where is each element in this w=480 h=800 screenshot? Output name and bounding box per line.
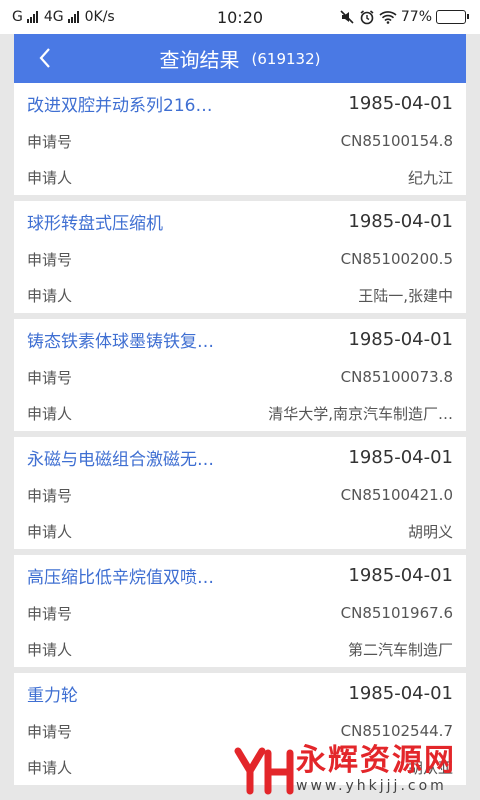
patent-title[interactable]: 重力轮 [27, 681, 78, 706]
app-no-label: 申请号 [27, 368, 73, 387]
result-card[interactable]: 永磁与电磁组合激磁无… 1985-04-01 申请号 CN85100421.0 申请… [14, 437, 466, 549]
watermark-name: 永辉资源网 [296, 743, 456, 778]
watermark-url: www.yhkjjj.com [296, 778, 447, 794]
result-count: (619132) [251, 49, 321, 68]
patent-date: 1985-04-01 [348, 92, 453, 114]
applicant-label: 申请人 [27, 404, 73, 423]
app-no-label: 申请号 [27, 132, 73, 151]
app-no-value: CN85100200.5 [340, 250, 453, 268]
app-no-value: CN85102544.7 [340, 722, 453, 740]
alarm-icon [360, 10, 374, 25]
back-arrow-icon[interactable] [34, 46, 58, 70]
carrier-label: G [12, 9, 23, 25]
result-list[interactable]: 改进双腔并动系列216… 1985-04-01 申请号 CN85100154.8 申… [14, 83, 466, 800]
patent-title[interactable]: 铸态铁素体球墨铸铁复… [27, 327, 214, 352]
app-no-label: 申请号 [27, 486, 73, 505]
network-label: 4G [43, 9, 64, 25]
applicant-label: 申请人 [27, 168, 73, 187]
signal-icon [26, 11, 38, 23]
app-no-value: CN85100154.8 [340, 132, 453, 150]
app-no-label: 申请号 [27, 604, 73, 623]
applicant-label: 申请人 [27, 758, 73, 777]
signal-icon-2 [67, 11, 79, 23]
status-bar: G 4G 0K/s 10:20 77% [0, 0, 480, 34]
app-no-value: CN85100421.0 [340, 486, 453, 504]
status-right: 77% [339, 9, 469, 25]
patent-date: 1985-04-01 [348, 328, 453, 350]
patent-title[interactable]: 高压缩比低辛烷值双喷… [27, 563, 214, 588]
app-no-label: 申请号 [27, 250, 73, 269]
applicant-value: 王陆一,张建中 [358, 286, 453, 305]
patent-date: 1985-04-01 [348, 210, 453, 232]
applicant-label: 申请人 [27, 640, 73, 659]
result-card[interactable]: 铸态铁素体球墨铸铁复… 1985-04-01 申请号 CN85100073.8 申请… [14, 319, 466, 431]
patent-date: 1985-04-01 [348, 564, 453, 586]
applicant-value: 胡明义 [407, 522, 453, 541]
patent-title[interactable]: 永磁与电磁组合激磁无… [27, 445, 214, 470]
mute-icon [340, 10, 354, 24]
watermark-logo-icon [234, 747, 294, 795]
applicant-value: 纪九江 [407, 168, 453, 187]
applicant-label: 申请人 [27, 522, 73, 541]
applicant-label: 申请人 [27, 286, 73, 305]
status-left: G 4G 0K/s [12, 9, 115, 25]
app-no-label: 申请号 [27, 722, 73, 741]
patent-date: 1985-04-01 [348, 682, 453, 704]
wifi-icon [379, 11, 397, 24]
battery-icon [436, 10, 469, 24]
network-speed: 0K/s [84, 9, 115, 25]
patent-title[interactable]: 球形转盘式压缩机 [27, 209, 163, 234]
applicant-value: 清华大学,南京汽车制造厂… [268, 404, 453, 423]
page-title: 查询结果 [159, 48, 240, 72]
result-card[interactable]: 改进双腔并动系列216… 1985-04-01 申请号 CN85100154.8 申… [14, 83, 466, 195]
result-card[interactable]: 球形转盘式压缩机 1985-04-01 申请号 CN85100200.5 申请人 王陆… [14, 201, 466, 313]
applicant-value: 第二汽车制造厂 [347, 640, 453, 659]
battery-percent: 77% [400, 9, 432, 25]
patent-date: 1985-04-01 [348, 446, 453, 468]
result-card[interactable]: 高压缩比低辛烷值双喷… 1985-04-01 申请号 CN85101967.6 申请… [14, 555, 466, 667]
app-header: 查询结果 (619132) [14, 34, 466, 83]
patent-title[interactable]: 改进双腔并动系列216… [27, 91, 212, 116]
app-no-value: CN85101967.6 [340, 604, 453, 622]
app-no-value: CN85100073.8 [340, 368, 453, 386]
site-watermark: 永辉资源网 www.yhkjjj.com [232, 740, 472, 798]
